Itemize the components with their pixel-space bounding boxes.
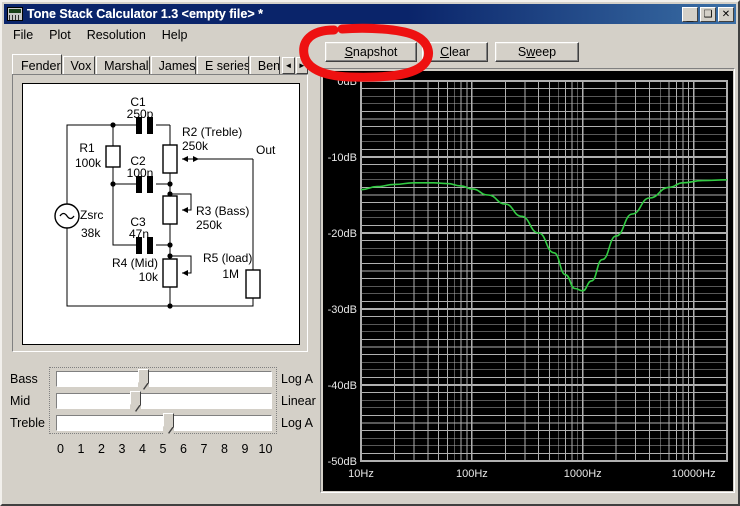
slider-track-mid[interactable] (56, 393, 272, 409)
slider-scale-number: 4 (135, 442, 151, 456)
sweep-label-rest: eep (535, 45, 556, 59)
slider-scale-number: 9 (237, 442, 253, 456)
close-icon: ✕ (719, 8, 733, 21)
snapshot-button[interactable]: Snapshot (325, 42, 417, 62)
label-out: Out (256, 143, 276, 157)
tab-vox[interactable]: Vox (63, 56, 96, 74)
slider-scale-number: 0 (53, 442, 69, 456)
slider-row-bass: Bass Log A (50, 369, 278, 390)
calculator-icon (7, 7, 23, 21)
svg-text:-30dB: -30dB (328, 304, 357, 316)
slider-thumb-mid[interactable] (130, 391, 141, 412)
menu-item-help[interactable]: Help (154, 26, 196, 44)
svg-text:0dB: 0dB (337, 76, 357, 88)
slider-scale-number: 1 (73, 442, 89, 456)
sweep-accel: w (526, 45, 535, 59)
clear-label-rest: lear (449, 45, 470, 59)
circuit-diagram: C1 250p C2 100n C3 47n R1 100k R2 (Trebl… (22, 83, 300, 345)
label-zsrc-name: Zsrc (80, 208, 103, 222)
label-zsrc-value: 38k (81, 226, 101, 240)
tab-strip: Fender Vox Marshall James E series Benc … (12, 54, 308, 74)
snapshot-accel: S (345, 45, 353, 59)
menu-item-plot[interactable]: Plot (41, 26, 79, 44)
label-c2-value: 100n (127, 166, 154, 180)
svg-text:-50dB: -50dB (328, 456, 357, 468)
svg-text:100Hz: 100Hz (456, 468, 488, 480)
svg-text:-10dB: -10dB (328, 152, 357, 164)
tab-scroll-left-icon[interactable]: ◄ (282, 57, 294, 74)
slider-label-bass: Bass (10, 372, 48, 386)
label-r2-name: R2 (Treble) (182, 125, 242, 139)
maximize-icon: ❑ (701, 8, 715, 21)
svg-text:-40dB: -40dB (328, 380, 357, 392)
graph-panel: 0dB -10dB -20dB -30dB -40dB -50dB10Hz 100Hz 100… (320, 68, 735, 493)
label-r5-name: R5 (load) (203, 251, 252, 265)
slider-scale-number: 10 (258, 442, 274, 456)
menu-bar: File Plot Resolution Help (5, 26, 196, 44)
window-controls: _ ❑ ✕ (682, 7, 734, 22)
slider-scale-number: 8 (217, 442, 233, 456)
label-r4-name: R4 (Mid) (112, 256, 158, 270)
close-button[interactable]: ✕ (718, 7, 734, 22)
circuit-panel: C1 250p C2 100n C3 47n R1 100k R2 (Trebl… (12, 74, 308, 352)
slider-row-mid: Mid Linear (50, 391, 278, 412)
slider-thumb-bass[interactable] (138, 369, 149, 390)
snapshot-label-rest: napshot (353, 45, 397, 59)
window-title: Tone Stack Calculator 1.3 <empty file> * (27, 7, 682, 21)
application-window: Tone Stack Calculator 1.3 <empty file> *… (0, 0, 740, 506)
minimize-button[interactable]: _ (682, 7, 698, 22)
menu-item-file[interactable]: File (5, 26, 41, 44)
menu-item-resolution[interactable]: Resolution (79, 26, 154, 44)
svg-text:1000Hz: 1000Hz (564, 468, 602, 480)
svg-text:10000Hz: 10000Hz (672, 468, 716, 480)
label-r1-name: R1 (79, 141, 95, 155)
label-r1-value: 100k (75, 156, 102, 170)
svg-text:10Hz: 10Hz (348, 468, 374, 480)
tone-controls-group: Bass Log A Mid Linear Treble Log A (49, 367, 277, 434)
svg-text:-20dB: -20dB (328, 228, 357, 240)
circuit-schematic-svg: C1 250p C2 100n C3 47n R1 100k R2 (Trebl… (23, 84, 300, 345)
tab-scroll-right-icon[interactable]: ► (296, 57, 308, 74)
slider-scale-number: 7 (196, 442, 212, 456)
slider-label-treble: Treble (10, 416, 48, 430)
frequency-response-chart: 0dB -10dB -20dB -30dB -40dB -50dB10Hz 100Hz 100… (323, 71, 733, 491)
clear-accel: C (440, 45, 449, 59)
label-c1-value: 250p (127, 107, 154, 121)
tab-james[interactable]: James (151, 56, 196, 74)
tab-fender[interactable]: Fender (12, 54, 62, 74)
label-c3-value: 47n (129, 227, 149, 241)
sweep-label-pre: S (518, 45, 526, 59)
slider-scale-number: 6 (176, 442, 192, 456)
slider-thumb-treble[interactable] (163, 413, 174, 434)
slider-scale-number: 2 (94, 442, 110, 456)
slider-label-mid: Mid (10, 394, 48, 408)
title-bar: Tone Stack Calculator 1.3 <empty file> *… (4, 4, 736, 24)
tab-e-series[interactable]: E series (197, 56, 249, 74)
label-r4-value: 10k (139, 270, 159, 284)
sweep-button[interactable]: Sweep (495, 42, 579, 62)
clear-button[interactable]: Clear (422, 42, 488, 62)
label-r3-name: R3 (Bass) (196, 204, 249, 218)
label-r2-value: 250k (182, 139, 209, 153)
slider-scale-number: 5 (155, 442, 171, 456)
slider-track-bass[interactable] (56, 371, 272, 387)
slider-scale-number: 3 (114, 442, 130, 456)
minimize-icon: _ (683, 8, 697, 21)
slider-row-treble: Treble Log A (50, 413, 278, 434)
slider-scale: 0123456789 10 (49, 442, 277, 458)
plot-area[interactable]: 0dB -10dB -20dB -30dB -40dB -50dB10Hz 100Hz 100… (323, 71, 733, 491)
maximize-button[interactable]: ❑ (700, 7, 716, 22)
label-r3-value: 250k (196, 218, 223, 232)
label-r5-value: 1M (222, 267, 239, 281)
tab-bench[interactable]: Benc (250, 56, 280, 74)
tab-marshall[interactable]: Marshall (96, 56, 150, 74)
